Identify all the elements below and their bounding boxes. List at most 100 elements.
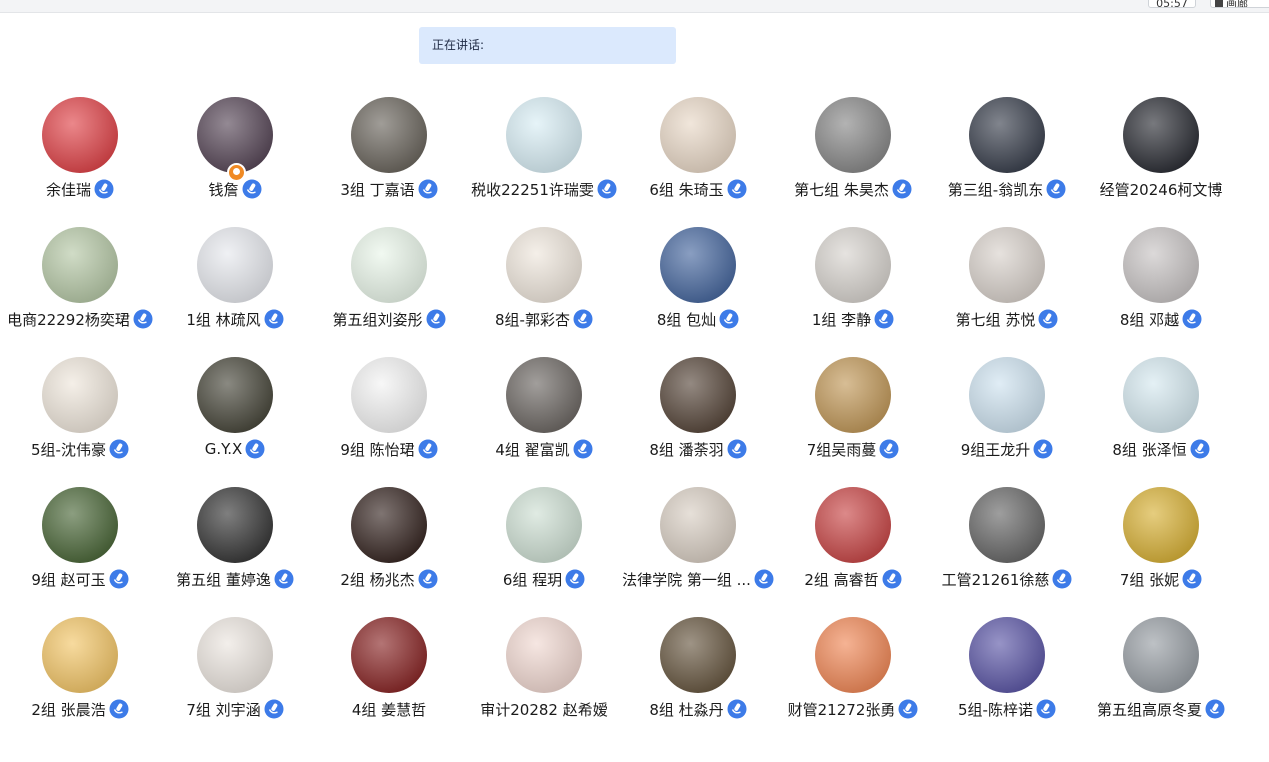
participant-name: 经管20246柯文博 (1099, 180, 1223, 199)
microphone-icon[interactable] (882, 569, 902, 589)
participant-tile[interactable]: 8组-郭彩杏 (466, 227, 622, 347)
microphone-icon[interactable] (1205, 699, 1225, 719)
participant-tile[interactable]: 8组 杜淼丹 (620, 617, 776, 737)
participant-tile[interactable]: 9组 陈怡珺 (311, 357, 467, 477)
participant-name: 财管21272张勇 (787, 700, 896, 719)
participant-tile[interactable]: 7组 刘宇涵 (157, 617, 313, 737)
participant-tile[interactable]: 财管21272张勇 (775, 617, 931, 737)
microphone-icon[interactable] (418, 179, 438, 199)
participant-name: 工管21261徐慈 (941, 570, 1050, 589)
microphone-icon[interactable] (727, 179, 747, 199)
participant-name: 1组 林疏风 (186, 310, 261, 329)
microphone-icon[interactable] (109, 569, 129, 589)
participant-tile[interactable]: 第五组高原冬夏 (1083, 617, 1239, 737)
participant-tile[interactable]: 经管20246柯文博 (1083, 97, 1239, 217)
participant-tile[interactable]: 4组 翟富凯 (466, 357, 622, 477)
participant-tile[interactable]: 税收22251许瑞雯 (466, 97, 622, 217)
participant-tile[interactable]: 2组 杨兆杰 (311, 487, 467, 607)
microphone-icon[interactable] (109, 699, 129, 719)
microphone-icon[interactable] (245, 439, 265, 459)
participant-tile[interactable]: 6组 程玥 (466, 487, 622, 607)
microphone-icon[interactable] (1182, 309, 1202, 329)
participant-name: 8组 邓越 (1119, 310, 1180, 329)
microphone-icon[interactable] (418, 569, 438, 589)
avatar (1123, 357, 1199, 433)
participant-tile[interactable]: 审计20282 赵希嫒 (466, 617, 622, 737)
microphone-icon[interactable] (94, 179, 114, 199)
participant-tile[interactable]: 5组-陈梓诺 (929, 617, 1085, 737)
microphone-icon[interactable] (1033, 439, 1053, 459)
microphone-icon[interactable] (426, 309, 446, 329)
participant-tile[interactable]: 第五组 董婷逸 (157, 487, 313, 607)
avatar (660, 617, 736, 693)
participant-tile[interactable]: 第五组刘姿彤 (311, 227, 467, 347)
participant-tile[interactable]: 9组 赵可玉 (2, 487, 158, 607)
top-toolbar: 05:57 画廊 (0, 0, 1269, 13)
participant-tile[interactable]: 2组 张晨浩 (2, 617, 158, 737)
microphone-icon[interactable] (727, 439, 747, 459)
participant-tile[interactable]: 4组 姜慧哲 (311, 617, 467, 737)
avatar (1123, 487, 1199, 563)
avatar (969, 227, 1045, 303)
participant-name: 7组吴雨蔓 (806, 440, 877, 459)
participant-name: 电商22292杨奕珺 (7, 310, 130, 329)
microphone-icon[interactable] (874, 309, 894, 329)
microphone-icon[interactable] (573, 309, 593, 329)
avatar (42, 487, 118, 563)
microphone-icon[interactable] (879, 439, 899, 459)
microphone-icon[interactable] (418, 439, 438, 459)
participant-tile[interactable]: 第七组 朱昊杰 (775, 97, 931, 217)
participant-tile[interactable]: 工管21261徐慈 (929, 487, 1085, 607)
microphone-icon[interactable] (573, 439, 593, 459)
avatar (42, 97, 118, 173)
participant-name: 3组 丁嘉语 (340, 180, 415, 199)
microphone-icon[interactable] (1036, 699, 1056, 719)
participant-tile[interactable]: 8组 包灿 (620, 227, 776, 347)
participant-name: 钱詹 (208, 180, 239, 199)
participant-tile[interactable]: 7组 张妮 (1083, 487, 1239, 607)
microphone-icon[interactable] (109, 439, 129, 459)
participant-name: 8组 潘荼羽 (649, 440, 724, 459)
participant-name: 6组 朱琦玉 (649, 180, 724, 199)
participant-tile[interactable]: 9组王龙升 (929, 357, 1085, 477)
participant-name: 5组-沈伟豪 (31, 440, 106, 459)
participant-tile[interactable]: 电商22292杨奕珺 (2, 227, 158, 347)
participant-tile[interactable]: 2组 高睿哲 (775, 487, 931, 607)
participant-tile[interactable]: 法律学院 第一组 ... (620, 487, 776, 607)
gallery-view-button[interactable]: 画廊 (1210, 0, 1269, 8)
avatar (351, 97, 427, 173)
participant-tile[interactable]: 余佳瑞 (2, 97, 158, 217)
participant-tile[interactable]: 6组 朱琦玉 (620, 97, 776, 217)
microphone-icon[interactable] (1190, 439, 1210, 459)
participant-tile[interactable]: 1组 林疏风 (157, 227, 313, 347)
participant-tile[interactable]: 第七组 苏悦 (929, 227, 1085, 347)
microphone-icon[interactable] (719, 309, 739, 329)
participant-name: 7组 刘宇涵 (186, 700, 261, 719)
microphone-icon[interactable] (1038, 309, 1058, 329)
microphone-icon[interactable] (565, 569, 585, 589)
microphone-icon[interactable] (1182, 569, 1202, 589)
participant-tile[interactable]: 5组-沈伟豪 (2, 357, 158, 477)
avatar (197, 357, 273, 433)
microphone-icon[interactable] (264, 699, 284, 719)
avatar (197, 487, 273, 563)
speaking-indicator: 正在讲话: (419, 27, 676, 64)
participant-tile[interactable]: G.Y.X (157, 357, 313, 477)
participant-tile[interactable]: 钱詹 (157, 97, 313, 217)
avatar (660, 227, 736, 303)
participant-name: 第五组刘姿彤 (332, 310, 423, 329)
participant-name: 第七组 朱昊杰 (794, 180, 889, 199)
participant-tile[interactable]: 8组 张泽恒 (1083, 357, 1239, 477)
microphone-icon[interactable] (242, 179, 262, 199)
participant-label-row: 8组 张泽恒 (1063, 437, 1259, 461)
participant-tile[interactable]: 8组 潘荼羽 (620, 357, 776, 477)
microphone-icon[interactable] (727, 699, 747, 719)
participant-tile[interactable]: 7组吴雨蔓 (775, 357, 931, 477)
microphone-icon[interactable] (264, 309, 284, 329)
participant-name: 第五组高原冬夏 (1096, 700, 1202, 719)
participant-name: 余佳瑞 (45, 180, 91, 199)
participant-tile[interactable]: 1组 李静 (775, 227, 931, 347)
participant-tile[interactable]: 3组 丁嘉语 (311, 97, 467, 217)
participant-tile[interactable]: 第三组-翁凯东 (929, 97, 1085, 217)
participant-tile[interactable]: 8组 邓越 (1083, 227, 1239, 347)
